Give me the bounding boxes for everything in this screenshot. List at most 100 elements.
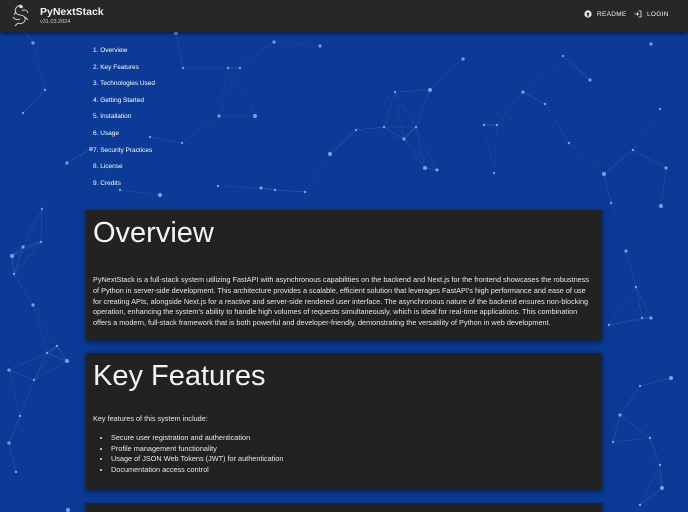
particle-link (611, 150, 633, 203)
particle-link (625, 250, 637, 288)
particle-link (66, 148, 92, 164)
app-title: PyNextStack (40, 6, 104, 18)
particle-link (635, 286, 643, 319)
technologies-card (86, 503, 602, 512)
particle-dot (354, 128, 358, 132)
particle-dot (181, 66, 185, 70)
particle-link (632, 149, 667, 169)
particle-dot (648, 436, 652, 440)
particle-link (483, 124, 495, 174)
key-features-intro: Key features of this system include: (93, 414, 208, 423)
particle-dot (561, 54, 565, 58)
particle-dot (216, 184, 220, 188)
particle-link (493, 124, 498, 174)
particle-dot (607, 323, 611, 327)
particle-dot (273, 188, 277, 192)
particle-dot (14, 470, 18, 474)
particle-link (436, 169, 495, 174)
particle-link (218, 67, 241, 117)
particle-link (619, 385, 641, 416)
particle-dot (658, 463, 662, 467)
particle-link (660, 109, 666, 168)
particle-link (181, 115, 220, 144)
particle-dot (18, 414, 22, 418)
particle-link (8, 369, 21, 417)
particle-link (639, 464, 661, 506)
particle-dot (55, 344, 59, 348)
toc-item-overview[interactable]: 1. Overview (93, 46, 155, 63)
toc-item-technologies-used[interactable]: 3. Technologies Used (93, 79, 155, 96)
particle-link (183, 68, 219, 116)
particle-link (274, 189, 306, 193)
particle-dot (7, 441, 11, 445)
toc-item-license[interactable]: 8. License (93, 162, 155, 179)
particle-link (562, 55, 591, 81)
particle-dot (39, 240, 43, 244)
readme-label: README (597, 10, 627, 18)
particle-dot (303, 190, 307, 194)
particle-dot (495, 123, 499, 127)
particle-dot (252, 113, 258, 119)
particle-link (32, 42, 46, 91)
particle-link (273, 41, 321, 47)
toc-item-installation[interactable]: 5. Installation (93, 112, 155, 129)
particle-dot (631, 148, 635, 152)
particle-dot (624, 249, 628, 253)
particle-link (8, 352, 48, 371)
particle-link (403, 138, 438, 171)
particle-link (8, 369, 35, 381)
particle-dot (180, 141, 184, 145)
particle-dot (521, 90, 525, 94)
particle-dot (226, 66, 230, 70)
particle-link (40, 208, 43, 243)
particle-dot (414, 125, 418, 129)
particle-dot (658, 203, 664, 209)
list-item: Usage of JSON Web Tokens (JWT) for authe… (111, 454, 595, 465)
particle-dot (567, 141, 571, 145)
particle-dot (601, 171, 607, 177)
particle-dot (543, 102, 547, 106)
particle-link (22, 208, 43, 248)
particle-dot (659, 485, 665, 491)
overview-heading: Overview (93, 217, 214, 249)
particle-link (544, 55, 564, 105)
particle-dot (238, 66, 242, 70)
toc-item-credits[interactable]: 9. Credits (93, 179, 155, 196)
overview-text: PyNextStack is a full-stack system utili… (93, 275, 590, 328)
particle-dot (64, 358, 70, 364)
particle-dot (31, 41, 35, 45)
particle-dot (638, 503, 642, 507)
overview-card: Overview PyNextStack is a full-stack sys… (86, 210, 602, 340)
particle-link (239, 67, 256, 117)
toc-item-getting-started[interactable]: 4. Getting Started (93, 96, 155, 113)
particle-link (227, 67, 256, 117)
particle-link (660, 167, 667, 207)
particle-link (603, 149, 634, 175)
particle-link (159, 142, 183, 196)
particle-dot (45, 351, 49, 355)
particle-link (610, 202, 627, 252)
particle-dot (618, 413, 622, 417)
login-button[interactable]: LOGIN (634, 10, 669, 18)
particle-link (544, 103, 570, 144)
toc-item-key-features[interactable]: 2. Key Features (93, 63, 155, 80)
particle-link (11, 255, 34, 306)
particle-dot (638, 384, 642, 388)
particle-link (175, 32, 184, 69)
particle-link (329, 129, 357, 155)
particle-link (625, 205, 662, 252)
toc-item-usage[interactable]: 6. Usage (93, 129, 155, 146)
particle-dot (649, 316, 653, 320)
list-item: Documentation access control (111, 465, 595, 476)
toc-item-security-practices[interactable]: 7. Security Practices (93, 146, 155, 163)
particle-dot (588, 78, 592, 82)
particle-link (429, 58, 464, 91)
particle-link (239, 41, 275, 69)
readme-button[interactable]: README (584, 10, 627, 18)
particle-link (544, 79, 591, 105)
particle-link (227, 41, 275, 69)
particle-link (496, 103, 546, 126)
app-version: v31.03.2024 (40, 19, 71, 25)
particle-dot (402, 137, 406, 141)
particle-link (41, 162, 68, 210)
